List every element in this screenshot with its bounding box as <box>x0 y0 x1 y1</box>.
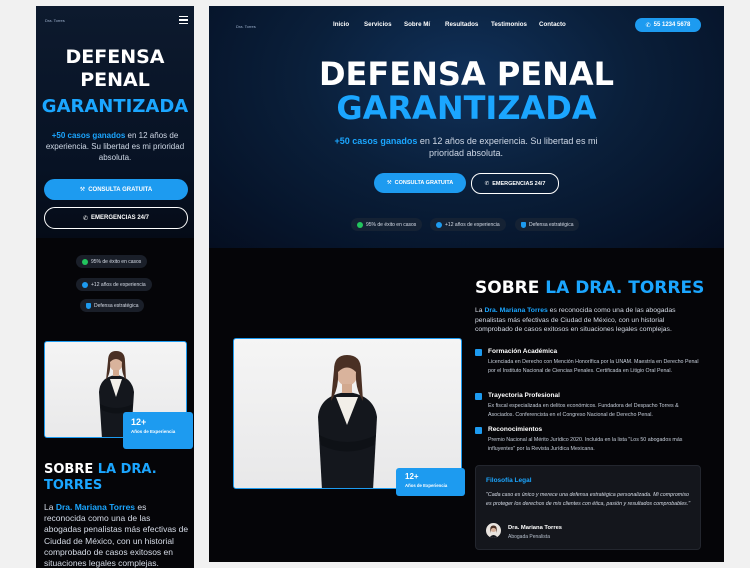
philosophy-quote: "Cada caso es único y merece una defensa… <box>486 492 691 507</box>
stat-label: 95% de éxito en casos <box>366 221 417 228</box>
emergency-button[interactable]: ✆ EMERGENCIAS 24/7 <box>44 207 188 229</box>
button-label: EMERGENCIAS 24/7 <box>91 215 150 221</box>
author-name: Dra. Mariana Torres <box>508 525 563 531</box>
credential-title: Trayectoria Profesional <box>488 392 560 399</box>
hamburger-menu-icon[interactable] <box>179 16 188 24</box>
free-consultation-button[interactable]: ⚒ CONSULTA GRATUITA <box>374 173 466 193</box>
stat-label: +12 años de experiencia <box>445 221 500 228</box>
subtitle-text: en 12 años de experiencia. Su libertad e… <box>417 136 598 158</box>
heading-highlight: LA DRA. TORRES <box>545 278 705 298</box>
hero-title-line1: DEFENSA <box>65 46 165 68</box>
stat-pill-strategy: Defensa estratégica <box>515 218 580 231</box>
about-intro: La Dra. Mariana Torres es reconocida com… <box>44 502 190 568</box>
subtitle-highlight: +50 casos ganados <box>334 136 418 146</box>
badge-number: 12+ <box>405 472 419 481</box>
nav-item-sobre-mi[interactable]: Sobre Mí <box>404 21 430 28</box>
credential-title: Reconocimientos <box>488 426 543 433</box>
mobile-navbar: Dra. Torres <box>36 6 194 36</box>
philosophy-card: Filosofía Legal "Cada caso es único y me… <box>475 465 701 550</box>
experience-badge: 12+ Años de Experiencia <box>123 412 193 449</box>
button-label: EMERGENCIAS 24/7 <box>492 180 546 187</box>
gavel-icon: ⚒ <box>79 187 86 193</box>
site-logo[interactable]: Dra. Torres <box>45 18 65 23</box>
intro-prefix: La <box>44 502 56 512</box>
check-icon <box>82 258 88 265</box>
intro-name: Dra. Mariana Torres <box>484 307 548 314</box>
intro-name: Dra. Mariana Torres <box>55 502 136 512</box>
about-heading: SOBRE LA DRA. TORRES <box>44 462 192 494</box>
badge-number: 12+ <box>131 417 147 427</box>
nav-item-servicios[interactable]: Servicios <box>364 21 392 28</box>
hero-title-highlight: GARANTIZADA <box>336 89 597 127</box>
experience-badge: 12+ Años de Experiencia <box>396 468 465 496</box>
emergency-button[interactable]: ✆ EMERGENCIAS 24/7 <box>471 173 559 194</box>
nav-item-resultados[interactable]: Resultados <box>445 21 478 28</box>
badge-label: Años de Experiencia <box>131 429 176 434</box>
credential-title: Formación Académica <box>488 348 558 355</box>
briefcase-icon <box>475 393 482 400</box>
nav-item-contacto[interactable]: Contacto <box>539 21 566 28</box>
heading-plain: SOBRE <box>475 278 546 298</box>
hero-title: DEFENSA PENAL <box>318 55 615 93</box>
award-icon <box>475 427 482 434</box>
stat-pill-experience: +12 años de experiencia <box>76 278 152 291</box>
avatar-illustration <box>489 525 498 538</box>
hero-title-highlight: GARANTIZADA <box>41 96 189 117</box>
stat-label: +12 años de experiencia <box>91 281 146 288</box>
free-consultation-button[interactable]: ⚒ CONSULTA GRATUITA <box>44 179 188 200</box>
nav-item-inicio[interactable]: Inicio <box>333 21 349 28</box>
shield-icon <box>86 302 91 309</box>
stat-pill-experience: +12 años de experiencia <box>430 218 506 231</box>
phone-number: 55 1234 5678 <box>653 22 691 28</box>
subtitle-highlight: +50 casos ganados <box>51 131 126 140</box>
hero-section <box>209 6 724 248</box>
preview-canvas: Dra. Torres DEFENSA PENAL GARANTIZADA +5… <box>0 0 750 568</box>
user-icon <box>436 221 442 228</box>
lawyer-photo <box>233 338 462 489</box>
stat-label: 95% de éxito en casos <box>91 258 142 265</box>
lawyer-portrait-illustration <box>318 355 377 488</box>
gavel-icon: ⚒ <box>386 180 392 186</box>
hero-title-line2: PENAL <box>80 69 150 91</box>
stat-label: Defensa estratégica <box>529 221 574 228</box>
stat-pill-success: 95% de éxito en casos <box>76 255 148 268</box>
phone-icon: ✆ <box>645 22 651 29</box>
stat-label: Defensa estratégica <box>94 302 139 309</box>
site-logo[interactable]: Dra. Torres <box>236 24 256 29</box>
heading-highlight: LA DRA. <box>97 462 157 477</box>
stat-pill-strategy: Defensa estratégica <box>80 299 145 312</box>
check-icon <box>357 221 363 228</box>
hero-subtitle: +50 casos ganados en 12 años de experien… <box>331 135 601 159</box>
button-label: CONSULTA GRATUITA <box>394 180 454 186</box>
heading-highlight-2: TORRES <box>44 478 103 493</box>
about-heading: SOBRE LA DRA. TORRES <box>475 278 715 298</box>
credential-text: Premio Nacional al Mérito Jurídico 2020.… <box>488 437 683 452</box>
mobile-preview: Dra. Torres DEFENSA PENAL GARANTIZADA +5… <box>36 6 194 568</box>
user-icon <box>82 281 88 288</box>
phone-icon: ✆ <box>82 215 88 222</box>
shield-icon <box>521 221 526 228</box>
hero-section <box>36 6 194 238</box>
avatar <box>486 523 501 538</box>
graduation-cap-icon <box>475 349 482 356</box>
credential-text: Licenciada en Derecho con Mención Honorí… <box>488 359 699 374</box>
badge-label: Años de Experiencia <box>405 483 448 488</box>
phone-icon: ✆ <box>484 180 490 187</box>
call-phone-button[interactable]: ✆ 55 1234 5678 <box>635 18 701 32</box>
hero-subtitle: +50 casos ganados en 12 años de experien… <box>42 130 188 163</box>
nav-item-testimonios[interactable]: Testimonios <box>491 21 527 28</box>
button-label: CONSULTA GRATUITA <box>88 186 153 193</box>
heading-plain: SOBRE <box>44 462 98 477</box>
about-intro: La Dra. Mariana Torres es reconocida com… <box>475 306 701 335</box>
desktop-preview: Dra. Torres Inicio Servicios Sobre Mí Re… <box>209 6 724 562</box>
author-role: Abogada Penalista <box>508 534 550 540</box>
stat-pill-success: 95% de éxito en casos <box>351 218 423 231</box>
credential-text: Ex fiscal especializada en delitos econó… <box>488 403 679 418</box>
philosophy-title: Filosofía Legal <box>486 477 532 484</box>
